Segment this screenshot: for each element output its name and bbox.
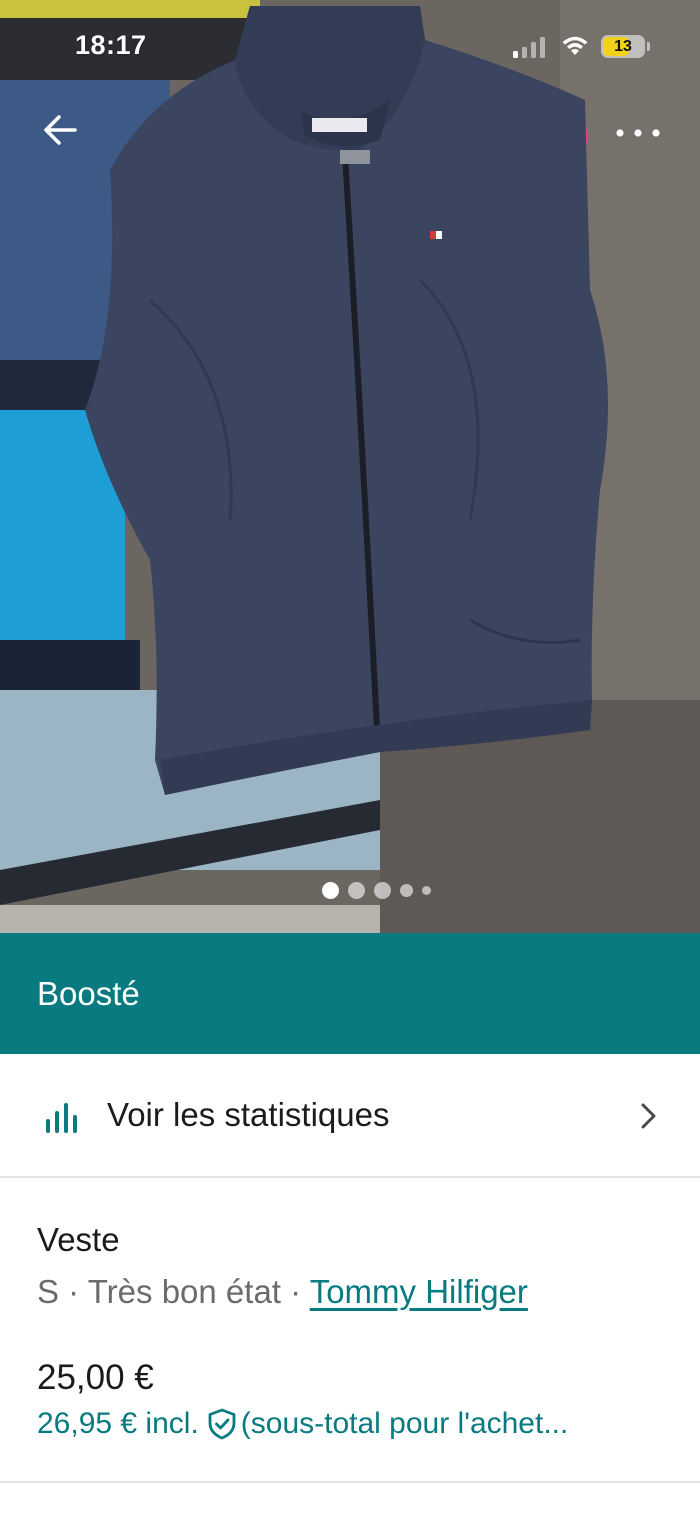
boost-banner: Boosté [0,933,700,1054]
item-photo-gallery[interactable]: 18:17 13 [0,0,700,933]
gallery-dot[interactable] [321,881,339,899]
more-options-button[interactable] [608,110,668,156]
item-size: S [37,1273,60,1310]
gallery-dot[interactable] [373,881,391,899]
price-incl-protection[interactable]: 26,95 € incl. (sous-total pour l'achet..… [37,1407,568,1441]
item-condition: Très bon état [87,1273,281,1310]
separator: · [280,1273,310,1310]
battery-indicator: 13 [601,35,645,58]
gallery-dot[interactable] [347,881,365,899]
chevron-right-icon [641,1103,656,1129]
boost-label: Boosté [37,975,140,1012]
divider [0,1481,700,1483]
arrow-left-icon [44,115,77,145]
shield-check-icon [208,1408,236,1440]
bar-chart-icon [46,1103,77,1133]
separator: · [59,1273,88,1310]
brand-link[interactable]: Tommy Hilfiger [310,1273,528,1310]
battery-level: 13 [614,38,632,55]
item-price: 25,00 € [37,1358,154,1397]
price-incl-value: 26,95 € incl. [37,1407,199,1440]
wifi-icon [562,36,588,55]
more-horizontal-icon [616,129,660,137]
status-time: 18:17 [75,30,147,60]
back-button[interactable] [34,104,86,156]
cellular-signal-icon [513,37,545,58]
status-bar: 18:17 13 [0,0,700,95]
gallery-dot[interactable] [399,883,413,897]
gallery-pagination [0,880,700,900]
protection-text: (sous-total pour l'achet... [240,1407,569,1440]
item-subline: S · Très bon état · Tommy Hilfiger [37,1273,528,1311]
item-title: Veste [37,1221,120,1258]
jacket-photo [0,0,700,933]
statistics-label: Voir les statistiques [107,1096,390,1133]
gallery-dot[interactable] [421,885,431,895]
